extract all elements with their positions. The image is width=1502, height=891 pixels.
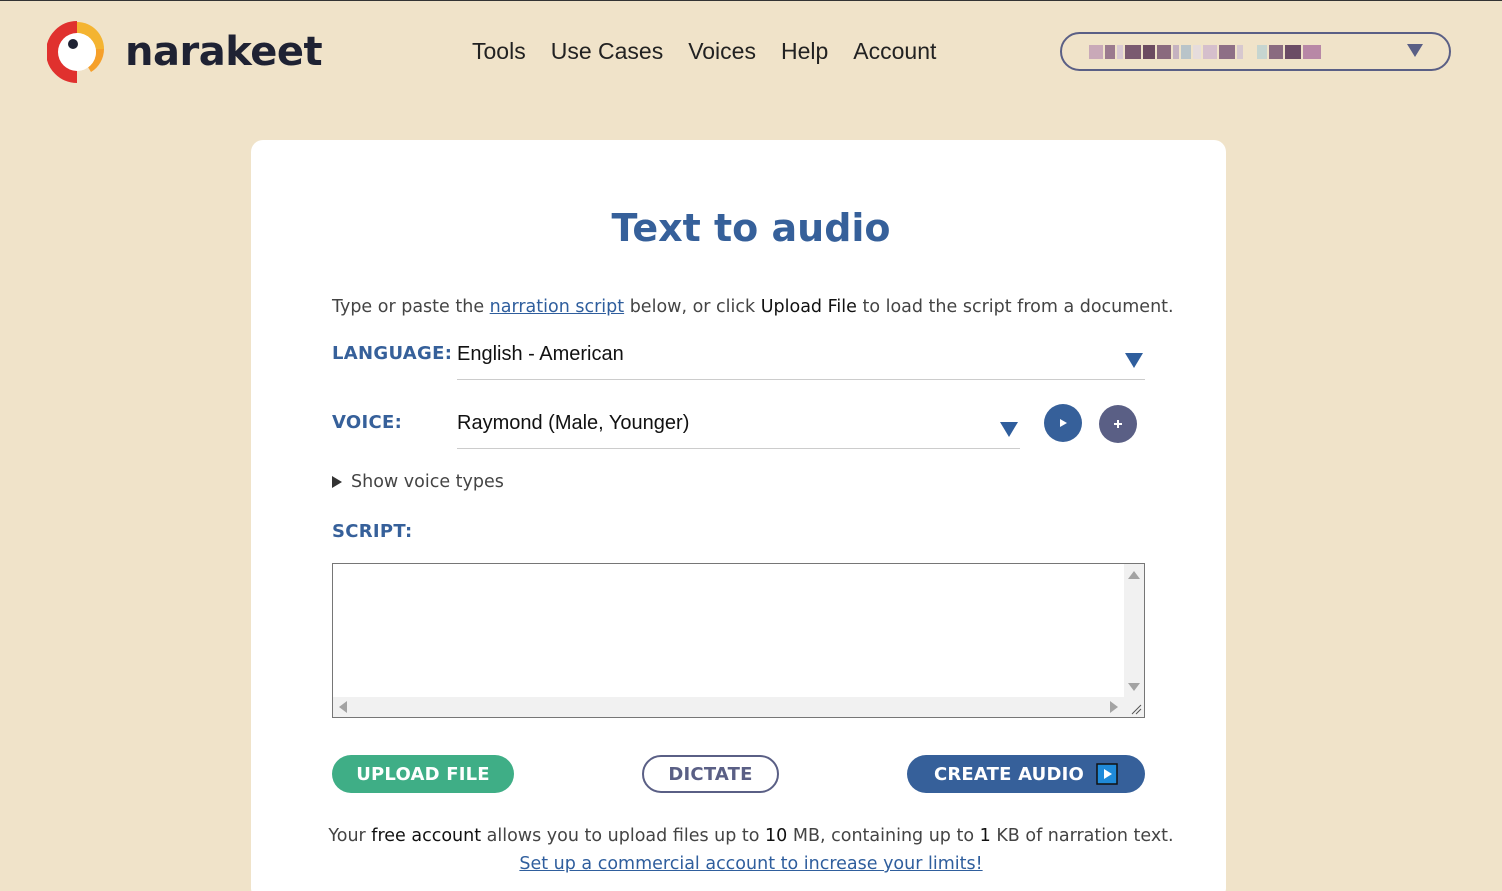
brand-name: narakeet <box>125 29 323 75</box>
resize-grip-icon[interactable] <box>1124 697 1144 717</box>
limits-part: MB, containing up to <box>787 826 980 846</box>
parrot-logo-icon <box>47 21 104 83</box>
commercial-account-note: Set up a commercial account to increase … <box>0 854 1502 874</box>
redacted-user-name <box>1089 44 1321 59</box>
language-select[interactable]: English - American <box>457 343 1145 380</box>
language-label: LANGUAGE: <box>332 343 453 364</box>
dictate-button[interactable]: DICTATE <box>642 755 779 793</box>
script-label: SCRIPT: <box>332 521 413 542</box>
voice-label: VOICE: <box>332 412 403 433</box>
commercial-account-link[interactable]: Set up a commercial account to increase … <box>519 854 982 874</box>
intro-part: Type or paste the <box>332 297 490 317</box>
page-title: Text to audio <box>611 206 891 250</box>
intro-part: below, or click <box>624 297 761 317</box>
chevron-down-icon <box>1407 44 1423 57</box>
limits-account-type: free account <box>371 826 482 846</box>
limits-part: KB of narration text. <box>990 826 1174 846</box>
add-voice-button[interactable] <box>1099 405 1137 443</box>
chevron-down-icon <box>1000 422 1018 437</box>
limits-text-size: 1 <box>979 826 991 846</box>
voice-value: Raymond (Male, Younger) <box>457 412 690 434</box>
nav-use-cases[interactable]: Use Cases <box>551 38 663 65</box>
narration-script-link[interactable]: narration script <box>490 297 624 317</box>
show-voice-types-label: Show voice types <box>351 472 504 492</box>
intro-upload-file: Upload File <box>760 297 857 317</box>
scroll-down-icon[interactable] <box>1128 683 1140 691</box>
brand-logo[interactable]: narakeet <box>47 20 323 84</box>
show-voice-types-toggle[interactable]: Show voice types <box>332 472 504 492</box>
nav-tools[interactable]: Tools <box>472 38 526 65</box>
disclosure-triangle-icon <box>332 476 342 488</box>
intro-part: to load the script from a document. <box>856 297 1174 317</box>
nav-voices[interactable]: Voices <box>688 38 756 65</box>
play-voice-button[interactable] <box>1044 404 1082 442</box>
vertical-scrollbar[interactable] <box>1124 564 1144 697</box>
create-audio-label: CREATE AUDIO <box>933 763 1085 785</box>
upload-file-button[interactable]: UPLOAD FILE <box>332 755 514 793</box>
plus-icon <box>1114 420 1122 428</box>
scroll-right-icon[interactable] <box>1110 701 1118 713</box>
voice-select[interactable]: Raymond (Male, Younger) <box>457 412 1020 449</box>
nav-account[interactable]: Account <box>853 38 936 65</box>
limits-part: Your <box>328 826 372 846</box>
limits-part: allows you to upload files up to <box>481 826 766 846</box>
language-value: English - American <box>457 343 624 365</box>
user-menu-dropdown[interactable] <box>1060 32 1451 71</box>
scroll-left-icon[interactable] <box>339 701 347 713</box>
create-audio-button[interactable]: CREATE AUDIO <box>907 755 1145 793</box>
scroll-up-icon[interactable] <box>1128 571 1140 579</box>
limits-file-size: 10 <box>765 826 788 846</box>
chevron-down-icon <box>1125 353 1143 368</box>
play-icon <box>1096 763 1118 785</box>
nav-help[interactable]: Help <box>781 38 828 65</box>
script-textarea[interactable] <box>332 563 1145 718</box>
horizontal-scrollbar[interactable] <box>333 697 1124 717</box>
main-nav: Tools Use Cases Voices Help Account <box>472 38 961 65</box>
play-icon <box>1060 419 1067 427</box>
account-limits-text: Your free account allows you to upload f… <box>0 826 1502 846</box>
intro-text: Type or paste the narration script below… <box>332 297 1174 317</box>
